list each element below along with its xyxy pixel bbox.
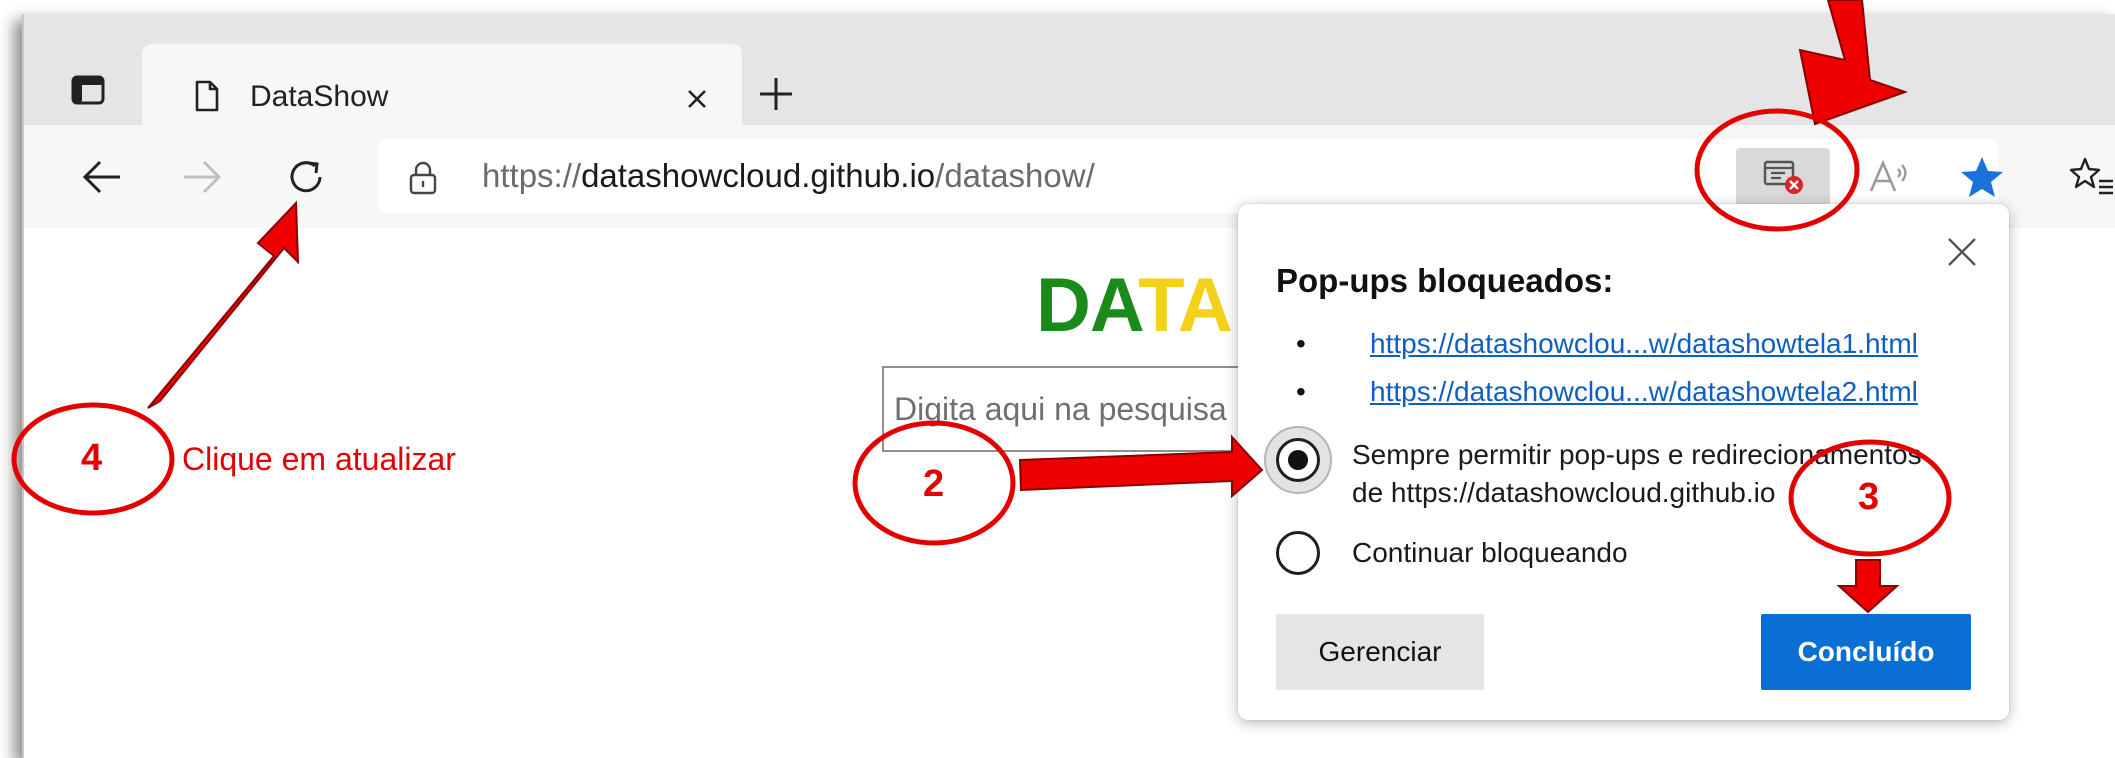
favorites-list-icon xyxy=(2069,157,2113,195)
url-text: https://datashowcloud.github.io/datashow… xyxy=(482,157,1095,195)
forward-button[interactable] xyxy=(176,151,228,203)
read-aloud-icon xyxy=(1869,159,1907,192)
annotation-step2-number: 2 xyxy=(923,463,945,505)
tab-close-icon[interactable] xyxy=(682,84,712,114)
manage-button[interactable]: Gerenciar xyxy=(1276,614,1484,690)
url-scheme: https:// xyxy=(482,157,582,194)
radio-always-allow-line1: Sempre permitir pop-ups e redirecionamen… xyxy=(1352,439,1922,470)
read-aloud-button[interactable] xyxy=(1862,149,1918,205)
annotation-step3-number: 3 xyxy=(1858,476,1880,518)
radio-keep-blocking-label[interactable]: Continuar bloqueando xyxy=(1352,534,1628,572)
refresh-button[interactable] xyxy=(280,151,332,203)
refresh-icon xyxy=(290,161,322,193)
annotation-step4-number: 4 xyxy=(81,437,103,479)
close-icon[interactable] xyxy=(1944,234,1980,270)
favorite-button[interactable] xyxy=(1954,149,2010,205)
blocked-popup-link-1[interactable]: https://datashowclou...w/datashowtela1.h… xyxy=(1370,328,1918,360)
tab-actions-button[interactable] xyxy=(56,58,120,122)
annotation-step4-text: Clique em atualizar xyxy=(182,441,456,477)
tab-bar: DataShow xyxy=(24,14,2115,128)
forward-arrow-icon xyxy=(184,160,222,194)
page-icon xyxy=(195,80,219,112)
tab-actions-icon xyxy=(71,75,105,105)
back-arrow-icon xyxy=(82,160,120,194)
popups-blocked-panel: Pop-ups bloqueados: • https://datashowcl… xyxy=(1238,204,2009,720)
radio-keep-blocking[interactable] xyxy=(1276,531,1320,575)
back-button[interactable] xyxy=(76,151,128,203)
popup-title: Pop-ups bloqueados: xyxy=(1276,262,1614,299)
url-path: /datashow/ xyxy=(935,157,1095,194)
new-tab-plus-icon[interactable] xyxy=(752,70,800,118)
url-host: datashowcloud.github.io xyxy=(581,157,936,194)
logo-part-da: DA xyxy=(1036,263,1139,348)
popup-blocked-button[interactable] xyxy=(1736,148,1830,206)
lock-icon[interactable] xyxy=(408,161,438,195)
bullet: • xyxy=(1296,376,1306,407)
tab-datashow[interactable]: DataShow xyxy=(142,44,742,128)
popup-blocked-icon xyxy=(1763,160,1803,194)
radio-always-allow-line2: de https://datashowcloud.github.io xyxy=(1352,477,1776,508)
browser-window: DataShow https://datashowcloud.github.io… xyxy=(22,14,2115,758)
done-button[interactable]: Concluído xyxy=(1761,614,1971,690)
datashow-logo: DATA xyxy=(1036,262,1233,349)
radio-selected-dot xyxy=(1288,450,1308,470)
logo-part-ta: TA xyxy=(1138,263,1233,348)
tab-title: DataShow xyxy=(250,80,389,113)
favorites-list-button[interactable] xyxy=(2064,149,2115,205)
bullet: • xyxy=(1296,328,1306,359)
radio-always-allow-label[interactable]: Sempre permitir pop-ups e redirecionamen… xyxy=(1352,436,1922,512)
favorite-star-icon xyxy=(1961,157,2003,197)
blocked-popup-link-2[interactable]: https://datashowclou...w/datashowtela2.h… xyxy=(1370,376,1918,408)
radio-always-allow[interactable] xyxy=(1276,438,1320,482)
